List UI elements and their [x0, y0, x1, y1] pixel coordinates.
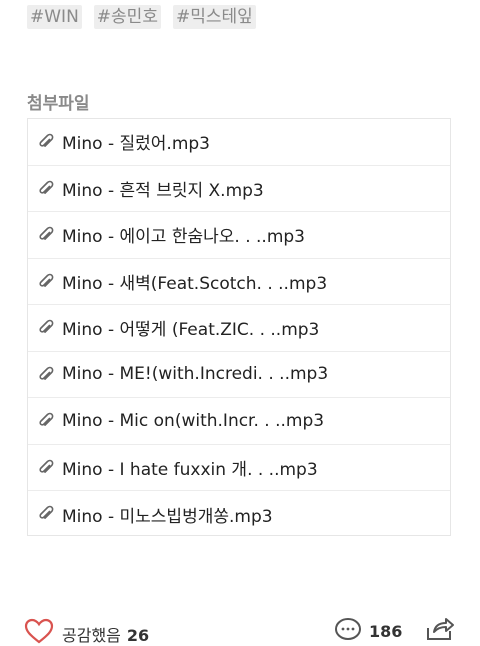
paperclip-icon	[39, 133, 54, 147]
paperclip-icon	[39, 226, 54, 240]
attachment-item[interactable]: Mino - 질렀어.mp3	[28, 119, 450, 166]
heart-icon[interactable]	[24, 618, 54, 644]
tag-song-minho[interactable]: #송민호	[93, 5, 161, 29]
attachment-filename: Mino - 미노스빕벙개쏭.mp3	[62, 506, 273, 527]
paperclip-icon	[39, 180, 54, 194]
attachments-title: 첨부파일	[27, 94, 90, 114]
attachment-filename: Mino - ME!(with.Incredi. . ..mp3	[62, 364, 329, 385]
attachment-filename: Mino - 어떻게 (Feat.ZIC. . ..mp3	[62, 320, 320, 341]
attachment-item[interactable]: Mino - 미노스빕벙개쏭.mp3	[28, 491, 450, 538]
attachment-item[interactable]: Mino - Mic on(with.Incr. . ..mp3	[28, 398, 450, 445]
tag-list: #WIN #송민호 #믹스테잎	[27, 5, 256, 29]
attachment-item[interactable]: Mino - ME!(with.Incredi. . ..mp3	[28, 352, 450, 398]
attachment-item[interactable]: Mino - 흔적 브릿지 X.mp3	[28, 166, 450, 212]
tag-win[interactable]: #WIN	[27, 5, 82, 29]
attachment-filename: Mino - 에이고 한숨나오. . ..mp3	[62, 227, 305, 248]
paperclip-icon	[39, 319, 54, 333]
attachment-filename: Mino - 새벽(Feat.Scotch. . ..mp3	[62, 273, 328, 294]
paperclip-icon	[39, 273, 54, 287]
attachment-item[interactable]: Mino - 에이고 한숨나오. . ..mp3	[28, 212, 450, 259]
share-icon[interactable]	[424, 616, 456, 642]
paperclip-icon	[39, 459, 54, 473]
attachment-filename: Mino - 흔적 브릿지 X.mp3	[62, 180, 264, 201]
attachment-item[interactable]: Mino - 어떻게 (Feat.ZIC. . ..mp3	[28, 305, 450, 352]
paperclip-icon	[39, 412, 54, 426]
like-text: 공감했음	[62, 626, 121, 645]
paperclip-icon	[39, 505, 54, 519]
attachment-list: Mino - 질렀어.mp3 Mino - 흔적 브릿지 X.mp3 Mino - …	[27, 118, 451, 536]
post-footer: 공감했음 26 186	[0, 610, 480, 645]
comment-count: 186	[369, 622, 403, 641]
attachment-filename: Mino - 질렀어.mp3	[62, 134, 210, 155]
attachment-filename: Mino - Mic on(with.Incr. . ..mp3	[62, 410, 325, 431]
like-count: 26	[126, 626, 150, 645]
paperclip-icon	[39, 366, 54, 380]
tag-mixtape[interactable]: #믹스테잎	[172, 5, 256, 29]
attachment-item[interactable]: Mino - 새벽(Feat.Scotch. . ..mp3	[28, 259, 450, 305]
attachment-item[interactable]: Mino - I hate fuxxin 개. . ..mp3	[28, 445, 450, 491]
like-label[interactable]: 공감했음 26	[62, 622, 149, 646]
attachment-filename: Mino - I hate fuxxin 개. . ..mp3	[62, 459, 318, 480]
